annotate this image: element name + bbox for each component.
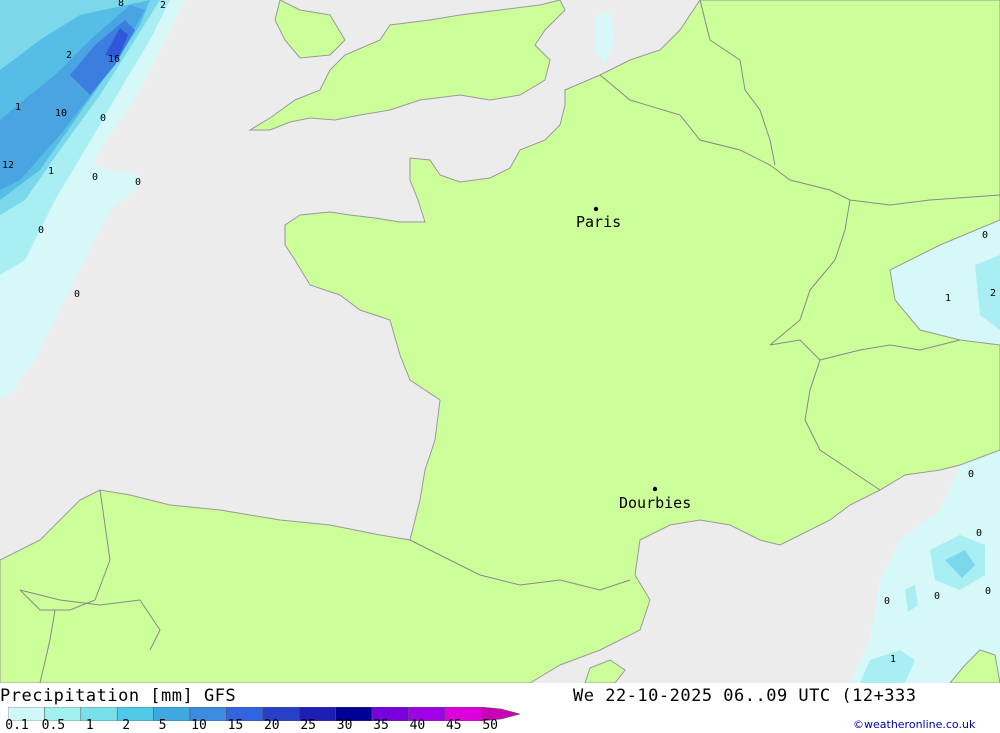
contour-label: 0 (985, 586, 991, 597)
contour-label: 0 (934, 591, 940, 602)
contour-label: 8 (118, 0, 124, 9)
contour-label: 1 (890, 654, 896, 665)
credit-link[interactable]: ©weatheronline.co.uk (853, 718, 975, 731)
map-footer: Precipitation [mm] GFS We 22-10-2025 06.… (0, 683, 1000, 733)
legend-tick-label: 20 (263, 718, 280, 733)
legend-tick-label: 1 (85, 718, 94, 733)
city-marker (652, 486, 658, 492)
legend-tick-label: 40 (409, 718, 426, 733)
contour-label: 2 (990, 288, 996, 299)
legend-tick-label: 2 (122, 718, 131, 733)
forecast-datetime: We 22-10-2025 06..09 UTC (12+333 (573, 686, 917, 706)
contour-label: 0 (74, 289, 80, 300)
legend-tick-label: 0.1 (5, 718, 29, 733)
contour-label: 0 (982, 230, 988, 241)
contour-label: 0 (135, 177, 141, 188)
contour-label: 16 (108, 54, 120, 65)
contour-label: 2 (160, 0, 166, 11)
map-title: Precipitation [mm] GFS (0, 686, 237, 706)
legend-tick-label: 15 (227, 718, 244, 733)
contour-label: 1 (15, 102, 21, 113)
legend-tick-label: 0.5 (41, 718, 66, 733)
weather-map-page: 8 2 2 16 1 10 0 12 1 0 0 0 0 0 1 2 0 0 0… (0, 0, 1000, 733)
legend-tick-label: 25 (300, 718, 317, 733)
contour-label: 1 (945, 293, 951, 304)
legend-tick-label: 30 (336, 718, 353, 733)
contour-label: 0 (976, 528, 982, 539)
contour-label: 10 (55, 108, 67, 119)
city-marker (593, 206, 599, 212)
city-label: Paris (576, 213, 621, 231)
legend-tick-label: 5 (158, 718, 167, 733)
contour-label: 1 (48, 166, 54, 177)
legend-tick-label: 35 (373, 718, 389, 733)
contour-label: 0 (38, 225, 44, 236)
precip-legend-labels: 0.1 0.5 1 2 5 10 15 20 25 30 35 40 45 50 (0, 718, 520, 733)
contour-label: 0 (884, 596, 890, 607)
legend-tick-label: 50 (482, 718, 499, 733)
contour-label: 2 (66, 50, 72, 61)
city-label: Dourbies (619, 494, 691, 512)
contour-label: 0 (100, 113, 106, 124)
contour-label: 12 (2, 160, 14, 171)
contour-label: 0 (968, 469, 974, 480)
precipitation-map[interactable]: 8 2 2 16 1 10 0 12 1 0 0 0 0 0 1 2 0 0 0… (0, 0, 1000, 683)
legend-tick-label: 10 (191, 718, 207, 733)
contour-label: 0 (92, 172, 98, 183)
legend-tick-label: 45 (445, 718, 462, 733)
